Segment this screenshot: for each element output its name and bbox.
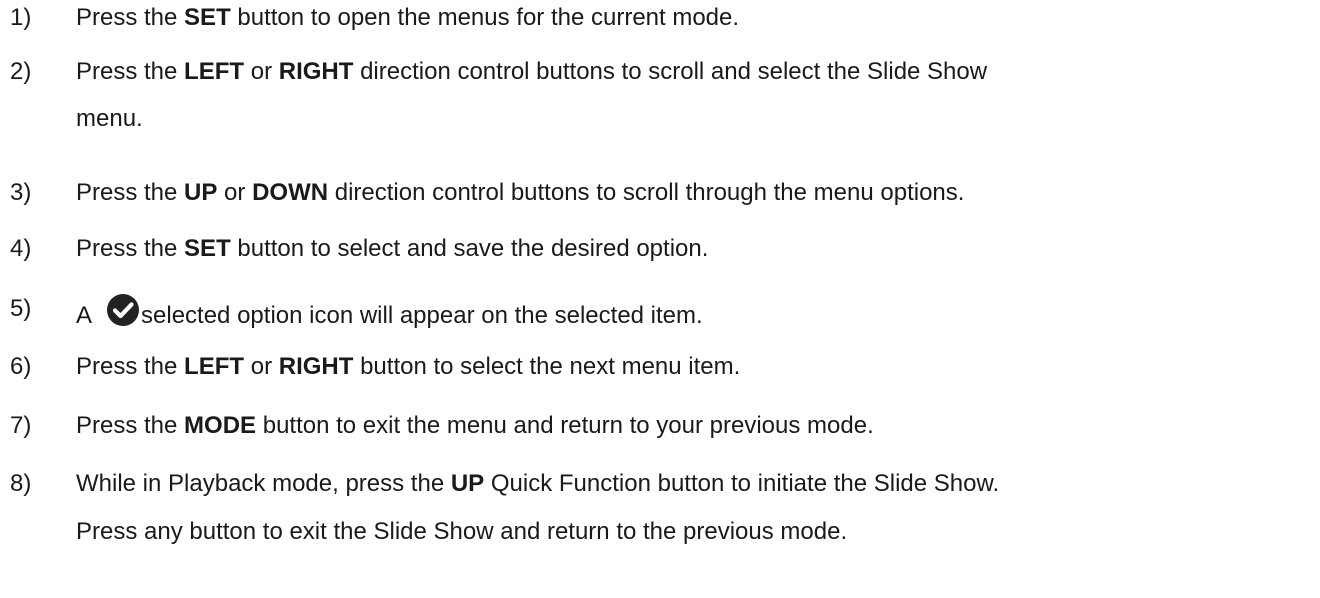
- step-text-part: Press the: [76, 179, 185, 206]
- step-text-part: or: [244, 353, 279, 380]
- step-number: 4): [10, 235, 32, 262]
- instruction-list: 1) Press the SET button to open the menu…: [0, 0, 1320, 598]
- step-number: 6): [10, 353, 32, 380]
- step-text: Aselected option icon will appear on the…: [76, 293, 703, 332]
- step-text-part: button to open the menus for the current…: [230, 4, 740, 31]
- step-text-part: While in Playback mode, press the: [76, 470, 451, 497]
- step-text-part: A: [76, 302, 93, 329]
- step-text-part: Press the: [76, 235, 185, 262]
- step-text: Press the LEFT or RIGHT button to select…: [76, 351, 740, 383]
- step-keyword: LEFT: [184, 58, 245, 85]
- step-text-part: selected option icon will appear on the …: [141, 302, 703, 329]
- step-text-part: or: [244, 58, 279, 85]
- step-number: 7): [10, 412, 32, 439]
- step-number: 8): [10, 470, 32, 497]
- step-text-part: or: [217, 179, 253, 206]
- step-text-part: Press the: [76, 4, 185, 31]
- step-keyword: UP: [450, 470, 485, 497]
- step-keyword: DOWN: [252, 179, 329, 206]
- step-8-continuation: Press any button to exit the Slide Show …: [76, 518, 848, 545]
- step-number: 3): [10, 179, 32, 206]
- step-text: Press the UP or DOWN direction control b…: [76, 177, 964, 209]
- step-text: Press the SET button to open the menus f…: [76, 2, 739, 34]
- step-keyword: MODE: [184, 412, 257, 439]
- step-text-part: Press the: [76, 353, 185, 380]
- step-text-part: direction control buttons to scroll thro…: [328, 179, 965, 206]
- step-text: Press the MODE button to exit the menu a…: [76, 410, 874, 442]
- step-text: Press the SET button to select and save …: [76, 233, 708, 265]
- step-keyword: RIGHT: [278, 58, 354, 85]
- step-number: 1): [10, 4, 32, 31]
- check-circle-icon: [106, 293, 140, 327]
- step-text-part: Press the: [76, 58, 185, 85]
- step-keyword: UP: [184, 179, 218, 206]
- step-text-part: button to exit the menu and return to yo…: [256, 412, 874, 439]
- step-keyword: SET: [184, 235, 231, 262]
- step-text: While in Playback mode, press the UP Qui…: [76, 468, 999, 500]
- step-text-part: button to select and save the desired op…: [230, 235, 709, 262]
- step-number: 2): [10, 58, 32, 85]
- step-keyword: RIGHT: [278, 353, 354, 380]
- step-text: Press the LEFT or RIGHT direction contro…: [76, 56, 987, 88]
- step-text-part: Quick Function button to initiate the Sl…: [484, 470, 1000, 497]
- step-keyword: SET: [184, 4, 231, 31]
- step-keyword: LEFT: [184, 353, 245, 380]
- step-text-part: Press the: [76, 412, 185, 439]
- step-text-part: direction control buttons to scroll and …: [353, 58, 988, 85]
- step-2-continuation: menu.: [76, 105, 143, 132]
- step-number: 5): [10, 295, 32, 322]
- step-text-part: button to select the next menu item.: [353, 353, 741, 380]
